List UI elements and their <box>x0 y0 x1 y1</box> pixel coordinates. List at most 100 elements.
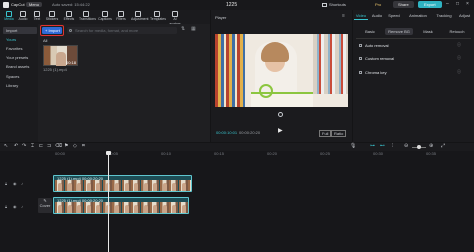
player-menu-icon[interactable]: ≡ <box>342 13 345 19</box>
toolbar-text[interactable]: Text <box>30 11 44 24</box>
track-eye-icon[interactable]: ◉ <box>13 204 17 209</box>
redo-icon[interactable]: ↷ <box>22 143 26 149</box>
import-button[interactable]: + Import <box>42 27 62 34</box>
toolbar-transitions[interactable]: Transitions <box>79 11 96 24</box>
maximize-icon[interactable]: □ <box>456 1 459 7</box>
subtab-remove-bg[interactable]: Remove BG <box>385 28 413 35</box>
option-chroma-key[interactable]: Chroma key <box>359 69 387 76</box>
clip-frame-figure <box>162 183 167 191</box>
checkbox-icon[interactable] <box>359 44 362 47</box>
toolbar-adjustment[interactable]: Adjustment <box>131 11 149 24</box>
play-icon[interactable]: ▶ <box>278 128 283 135</box>
option-auto-removal[interactable]: Auto removal <box>359 42 389 49</box>
clip-frame-thumbnail <box>55 180 64 191</box>
link-audio-icon[interactable]: ⊷ <box>380 143 385 149</box>
toolbar-media[interactable]: Media <box>2 11 16 24</box>
track-lock-icon[interactable]: 🔒︎ <box>5 204 7 209</box>
clip-frame-figure <box>86 183 91 191</box>
tab-speed[interactable]: Speed <box>387 12 401 20</box>
timeline-clip[interactable]: 1225 (1).mp4 00:00:20:20 <box>53 197 189 214</box>
mic-icon[interactable]: 🎙︎ <box>350 143 356 149</box>
checkbox-icon[interactable] <box>359 71 362 74</box>
search-input[interactable]: Search for media, format, and more <box>67 27 177 34</box>
sidebar-item-yours[interactable]: Yours <box>3 36 37 43</box>
media-thumbnail[interactable]: 00:18 <box>43 45 78 66</box>
playhead-handle[interactable] <box>106 151 111 155</box>
link-main-icon[interactable]: ⊶ <box>370 143 375 149</box>
undo-icon[interactable]: ↶ <box>14 143 18 149</box>
zoom-slider[interactable] <box>412 145 426 149</box>
crop-icon[interactable]: ⌗ <box>82 143 85 149</box>
toolbar-stickers[interactable]: Stickers <box>45 11 59 24</box>
ruler-mark: 00:20 <box>267 151 278 156</box>
project-title[interactable]: 1225 <box>226 2 237 8</box>
minimize-icon[interactable]: – <box>446 1 449 7</box>
subtab-mask[interactable]: Mask <box>414 28 442 35</box>
toolbar-ai-avatars[interactable]: AI avatars <box>168 11 182 26</box>
sidebar-item-brand-assets[interactable]: Brand assets <box>3 63 37 70</box>
toolbar-audio[interactable]: Audio <box>16 11 30 24</box>
toolbar-captions[interactable]: Captions <box>98 11 112 24</box>
timeline-clip[interactable]: 1225 (1).mp4 00:00:20:20 <box>53 175 192 192</box>
delete-icon[interactable]: ⌫ <box>55 143 62 149</box>
filter-all[interactable]: All <box>43 38 47 43</box>
full-button[interactable]: Full <box>319 130 332 137</box>
zoom-out-icon[interactable]: ⊖ <box>404 143 408 149</box>
sort-icon[interactable]: ⇅ <box>181 26 185 32</box>
checkbox-icon[interactable] <box>359 57 362 60</box>
shortcuts-button[interactable]: Shortcuts <box>329 2 346 7</box>
tab-animation[interactable]: Animation <box>405 12 431 20</box>
ratio-button[interactable]: Ratio <box>331 130 347 137</box>
properties-panel: Video Audio Speed Animation Tracking Adj… <box>353 10 474 142</box>
tab-video[interactable]: Video <box>354 12 368 20</box>
clip-frame-thumbnail <box>64 202 74 213</box>
autosave-status: Auto saved: 15:44:22 <box>52 2 90 7</box>
share-button[interactable]: Share <box>393 1 414 8</box>
toolbar-templates[interactable]: Templates <box>150 11 166 24</box>
sidebar-item-favorites[interactable]: Favorites <box>3 45 37 52</box>
sidebar-item-import[interactable]: Import <box>3 27 37 34</box>
track-lock-icon[interactable]: 🔒︎ <box>5 181 7 186</box>
grid-view-icon[interactable]: ▦ <box>191 26 196 32</box>
export-button[interactable]: Export <box>418 1 442 8</box>
cover-button[interactable]: ✎ Cover <box>38 198 52 213</box>
fit-icon[interactable]: ⤢ <box>441 143 445 149</box>
clip-frame-thumbnail <box>131 202 140 213</box>
clip-frame-thumbnail <box>140 180 150 191</box>
option-custom-removal[interactable]: Custom removal <box>359 55 394 62</box>
info-icon[interactable]: ⓘ <box>457 55 461 60</box>
playhead[interactable] <box>108 151 109 252</box>
clip-frame-figure <box>172 183 176 191</box>
sidebar-item-spaces[interactable]: Spaces <box>3 73 37 80</box>
preview-axis-icon[interactable]: ⫶ <box>392 143 393 149</box>
subtab-basic[interactable]: Basic <box>356 28 384 35</box>
info-icon[interactable]: ⓘ <box>457 69 461 74</box>
toolbar-filters[interactable]: Filters <box>114 11 128 24</box>
pro-badge[interactable]: Pro <box>375 2 381 7</box>
info-icon[interactable]: ⓘ <box>457 42 461 47</box>
mark-icon[interactable]: ⚑ <box>64 143 68 149</box>
select-tool-icon[interactable]: ↖ <box>4 143 8 149</box>
tab-audio[interactable]: Audio <box>370 12 384 20</box>
clip-frame-thumbnail <box>140 202 150 213</box>
track-audio-icon[interactable]: ♪ <box>21 204 23 209</box>
sidebar-item-library[interactable]: Library <box>3 82 37 89</box>
close-icon[interactable]: × <box>466 1 469 7</box>
tab-tracking[interactable]: Tracking <box>433 12 455 20</box>
track-eye-icon[interactable]: ◉ <box>13 181 17 186</box>
subtab-retouch[interactable]: Retouch <box>443 28 471 35</box>
tab-adjust[interactable]: Adjust <box>457 12 472 20</box>
zoom-in-icon[interactable]: ⊕ <box>429 143 433 149</box>
delete-right-icon[interactable]: ⊐ <box>47 143 51 149</box>
zoom-slider-knob[interactable] <box>417 145 421 149</box>
clip-frame-figure <box>115 205 119 213</box>
split-icon[interactable]: ⌶ <box>31 143 34 149</box>
menu-button[interactable]: Menu <box>26 1 43 7</box>
track-audio-icon[interactable]: ♪ <box>21 181 23 186</box>
shield-icon[interactable]: ◇ <box>73 143 77 149</box>
sidebar-item-presets[interactable]: Your presets <box>3 54 37 61</box>
clip-frame-thumbnail <box>131 180 140 191</box>
toolbar-effects[interactable]: Effects <box>62 11 76 24</box>
target-icon[interactable] <box>278 112 283 117</box>
delete-left-icon[interactable]: ⊏ <box>39 143 43 149</box>
